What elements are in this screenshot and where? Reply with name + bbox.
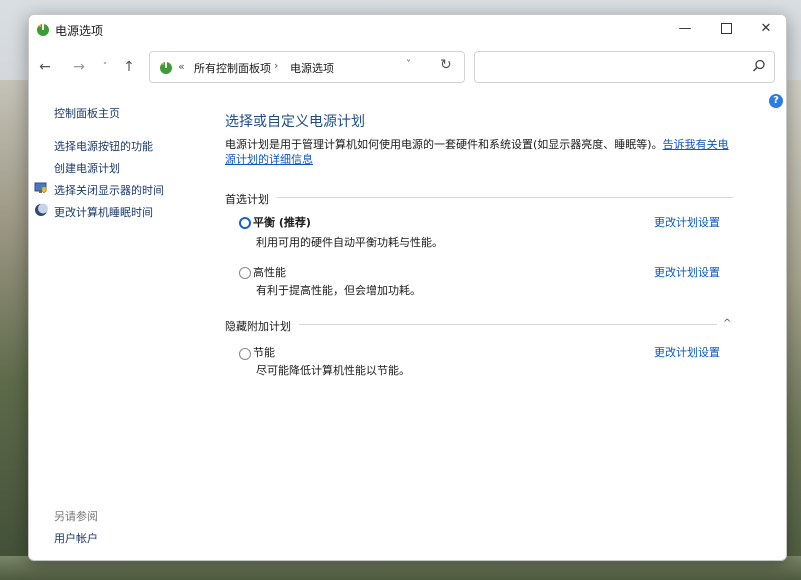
preferred-plans-header: 首选计划 xyxy=(225,193,269,206)
close-button[interactable]: ✕ xyxy=(746,15,786,43)
plan-desc-high-performance: 有利于提高性能，但会增加功耗。 xyxy=(256,284,421,297)
forward-button[interactable]: → xyxy=(69,57,89,77)
hidden-plans-divider xyxy=(299,324,717,325)
plan-name-power-saver[interactable]: 节能 xyxy=(253,344,275,360)
change-plan-settings-high-performance[interactable]: 更改计划设置 xyxy=(654,264,720,280)
plan-radio-power-saver[interactable] xyxy=(239,348,251,360)
address-bar[interactable]: « 所有控制面板项 › 电源选项 ˅ ↻ xyxy=(149,51,465,83)
title-bar[interactable]: 电源选项 — ✕ xyxy=(29,15,786,43)
sidebar-link-power-buttons[interactable]: 选择电源按钮的功能 xyxy=(54,138,153,154)
breadcrumb-separator-icon[interactable]: › xyxy=(274,59,278,72)
sidebar-link-display-off-time[interactable]: 选择关闭显示器的时间 xyxy=(54,182,164,198)
plan-desc-balanced: 利用可用的硬件自动平衡功耗与性能。 xyxy=(256,236,443,249)
power-options-icon xyxy=(37,23,49,36)
sidebar-link-user-accounts[interactable]: 用户帐户 xyxy=(54,530,98,546)
search-box[interactable] xyxy=(474,51,775,83)
sleep-moon-icon xyxy=(35,203,48,216)
up-button[interactable]: ↑ xyxy=(119,57,139,77)
plan-radio-high-performance[interactable] xyxy=(239,267,251,279)
page-description: 电源计划是用于管理计算机如何使用电源的一套硬件和系统设置(如显示器亮度、睡眠等)… xyxy=(225,137,735,167)
sidebar-link-sleep-time[interactable]: 更改计算机睡眠时间 xyxy=(54,204,153,220)
breadcrumb-power-options[interactable]: 电源选项 xyxy=(290,60,334,76)
window-title: 电源选项 xyxy=(55,24,104,38)
page-title: 选择或自定义电源计划 xyxy=(225,114,365,130)
change-plan-settings-power-saver[interactable]: 更改计划设置 xyxy=(654,344,720,360)
preferred-plans-divider xyxy=(277,197,733,198)
plan-radio-balanced[interactable] xyxy=(239,217,251,229)
sidebar-link-create-plan[interactable]: 创建电源计划 xyxy=(54,160,120,176)
minimize-button[interactable]: — xyxy=(665,15,705,43)
back-button[interactable]: ← xyxy=(35,57,55,77)
address-dropdown-icon[interactable]: ˅ xyxy=(406,59,411,70)
plan-desc-power-saver: 尽可能降低计算机性能以节能。 xyxy=(256,364,410,377)
help-icon[interactable]: ? xyxy=(769,94,783,108)
maximize-button[interactable] xyxy=(706,15,746,43)
search-input[interactable] xyxy=(481,57,745,77)
plan-name-balanced[interactable]: 平衡 (推荐) xyxy=(253,214,311,230)
sidebar: 控制面板主页 选择电源按钮的功能 创建电源计划 选择关闭显示器的时间 更改计算机… xyxy=(29,103,219,546)
search-icon[interactable] xyxy=(752,59,766,73)
hidden-plans-header: 隐藏附加计划 xyxy=(225,320,291,333)
control-panel-icon xyxy=(160,61,172,74)
monitor-shield-icon xyxy=(34,182,47,194)
refresh-icon[interactable]: ↻ xyxy=(440,57,452,73)
breadcrumb-all-control-panel-items[interactable]: 所有控制面板项 xyxy=(194,60,271,76)
sidebar-link-control-panel-home[interactable]: 控制面板主页 xyxy=(54,105,120,121)
collapse-hidden-plans-icon[interactable]: ^ xyxy=(723,318,731,329)
plan-name-high-performance[interactable]: 高性能 xyxy=(253,264,286,280)
breadcrumb-overflow-icon[interactable]: « xyxy=(178,60,185,73)
navigation-bar: ← → ˅ ↑ « 所有控制面板项 › 电源选项 ˅ ↻ xyxy=(29,49,786,85)
see-also-heading: 另请参阅 xyxy=(54,510,98,523)
power-options-window: 电源选项 — ✕ ← → ˅ ↑ « 所有控制面板项 › 电源选项 ˅ ↻ ? … xyxy=(28,14,787,561)
maximize-icon xyxy=(720,23,732,34)
description-text: 电源计划是用于管理计算机如何使用电源的一套硬件和系统设置(如显示器亮度、睡眠等)… xyxy=(225,138,663,151)
change-plan-settings-balanced[interactable]: 更改计划设置 xyxy=(654,214,720,230)
recent-locations-button[interactable]: ˅ xyxy=(95,57,115,77)
